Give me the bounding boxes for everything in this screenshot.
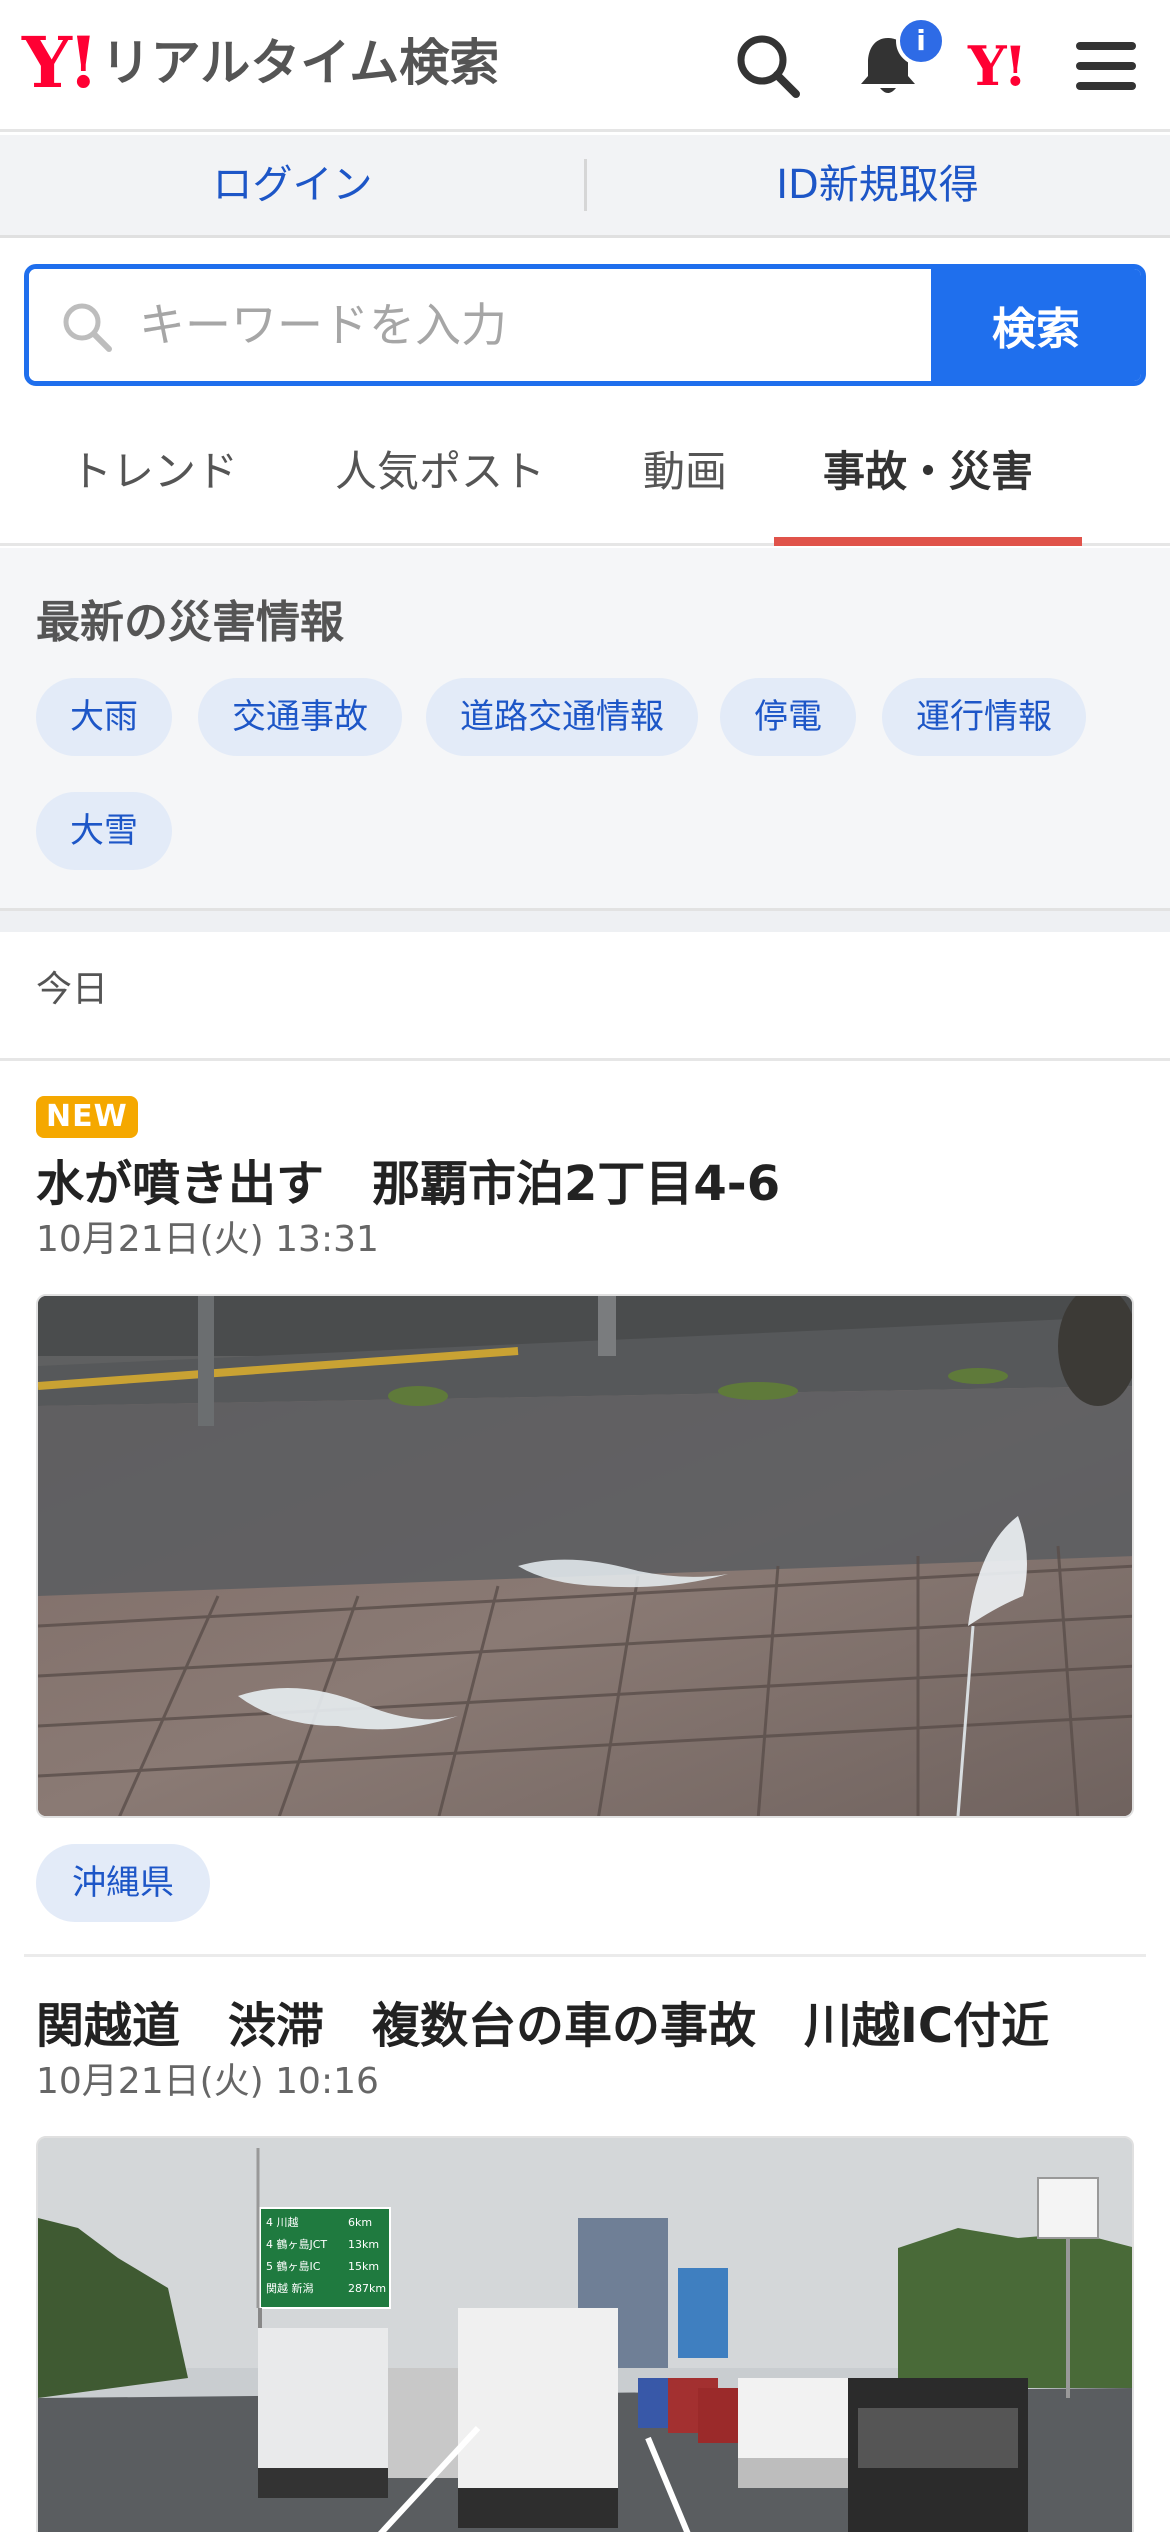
search-button[interactable]: 検索 [931,269,1141,381]
yahoo-realtime-logo[interactable]: Y! リアルタイム検索 [22,28,499,98]
article-divider [24,1954,1146,1957]
account-bar: ログイン ID新規取得 [0,135,1170,238]
yahoo-account-icon[interactable]: Y! [968,36,1058,108]
search-icon[interactable] [732,30,804,102]
signup-link[interactable]: ID新規取得 [585,135,1170,235]
chip-heavy-rain[interactable]: 大雨 [36,678,172,756]
disaster-info-section: 最新の災害情報 大雨 交通事故 道路交通情報 停電 運行情報 大雪 [0,548,1170,908]
disaster-info-title: 最新の災害情報 [36,597,344,648]
chip-power-outage[interactable]: 停電 [720,678,856,756]
article-image-water-gushing[interactable] [36,1294,1134,1818]
svg-text:5 鶴ヶ島IC: 5 鶴ヶ島IC [266,2259,321,2273]
article-date: 10月21日(火) 10:16 [36,2061,379,2102]
article-image-expressway-traffic[interactable]: 4 川越 6km 4 鶴ヶ島JCT 13km 5 鶴ヶ島IC 15km 関越 新… [36,2136,1134,2532]
service-name: リアルタイム検索 [100,34,500,92]
yahoo-logo-mark: Y! [22,21,99,104]
tab-trend[interactable]: トレンド [44,412,264,543]
svg-text:4 鶴ヶ島JCT: 4 鶴ヶ島JCT [266,2237,327,2251]
search-input[interactable] [139,269,939,381]
search-bar: 検索 [24,264,1146,386]
search-field-wrapper [29,269,939,381]
svg-text:13km: 13km [348,2238,379,2251]
location-chip[interactable]: 沖縄県 [36,1844,210,1922]
app-header: Y! リアルタイム検索 i Y! [0,0,1170,132]
login-link[interactable]: ログイン [0,135,585,235]
section-divider [0,908,1170,932]
notification-badge: i [896,16,946,66]
svg-text:6km: 6km [348,2216,372,2229]
svg-text:4 川越: 4 川越 [266,2215,299,2229]
search-field-icon [63,303,112,352]
chip-road-traffic-info[interactable]: 道路交通情報 [426,678,698,756]
date-group-label: 今日 [36,969,109,1010]
chip-traffic-accident[interactable]: 交通事故 [198,678,402,756]
tab-accidents-disasters[interactable]: 事故・災害 [774,412,1082,546]
article-title[interactable]: 関越道 渋滞 複数台の車の事故 川越IC付近 [36,1986,1049,2056]
svg-text:関越 新潟: 関越 新潟 [266,2281,314,2295]
chip-heavy-snow[interactable]: 大雪 [36,792,172,870]
svg-text:15km: 15km [348,2260,379,2273]
tab-videos[interactable]: 動画 [620,412,750,543]
chip-service-info[interactable]: 運行情報 [882,678,1086,756]
new-badge: NEW [36,1096,138,1138]
hamburger-menu-icon[interactable] [1070,30,1142,102]
water-pavement-photo [38,1296,1132,1816]
svg-text:287km: 287km [348,2282,386,2295]
date-group-divider [0,1058,1170,1061]
category-tabs: トレンド 人気ポスト 動画 事故・災害 [0,412,1170,546]
article-title[interactable]: 水が噴き出す 那覇市泊2丁目4-6 [36,1144,780,1214]
tab-popular-posts[interactable]: 人気ポスト [320,412,560,543]
expressway-photo: 4 川越 6km 4 鶴ヶ島JCT 13km 5 鶴ヶ島IC 15km 関越 新… [38,2138,1132,2532]
article-date: 10月21日(火) 13:31 [36,1219,379,1260]
